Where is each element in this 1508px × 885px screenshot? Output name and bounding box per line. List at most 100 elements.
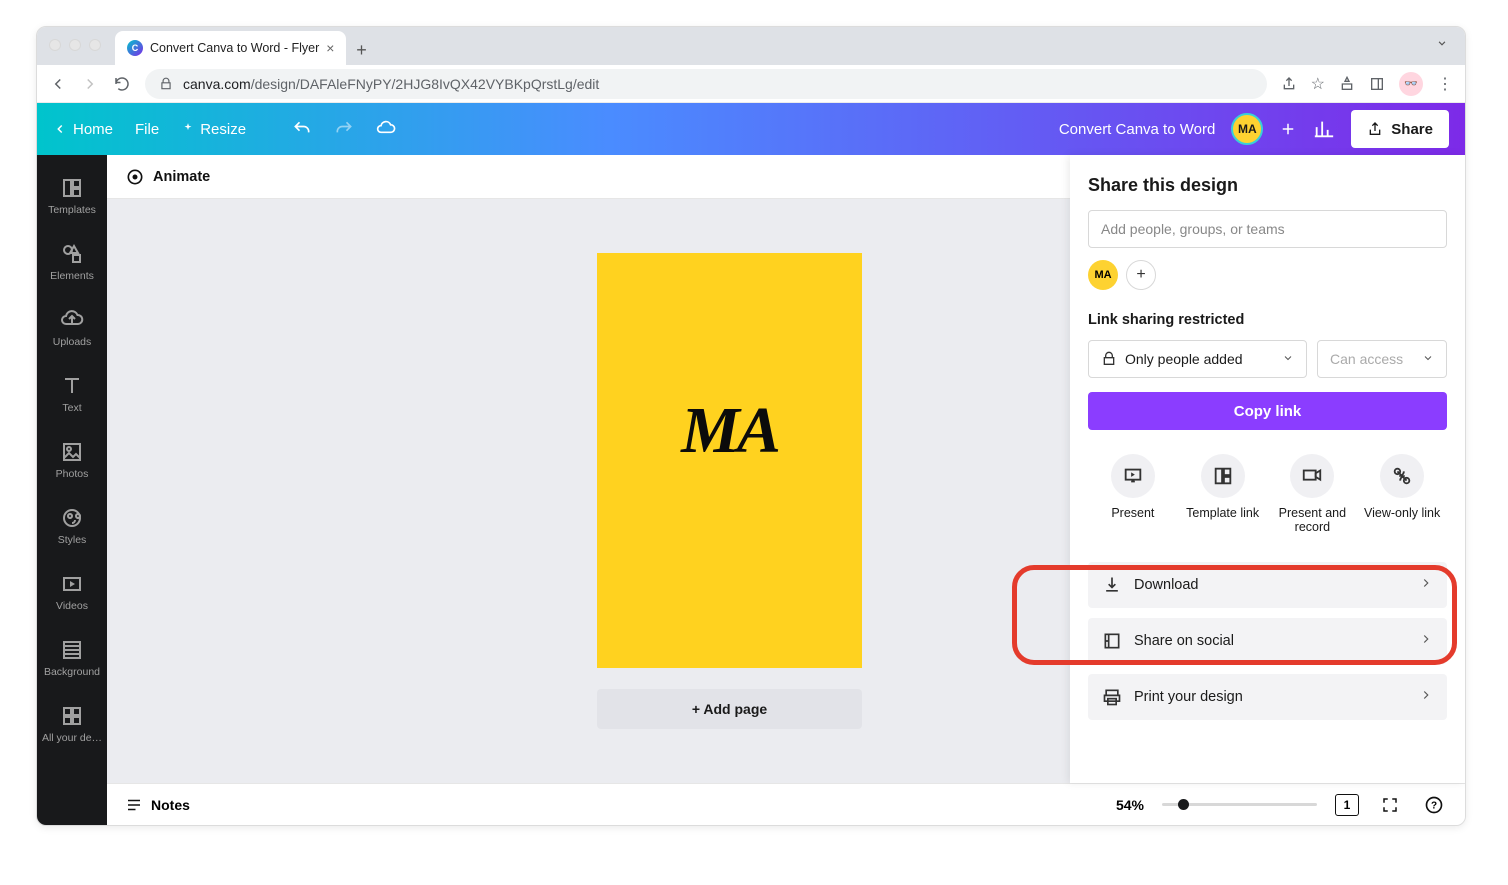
url-field[interactable]: canva.com/design/DAFAleFNyPY/2HJG8IvQX42… bbox=[145, 69, 1267, 99]
chevron-down-icon bbox=[1282, 351, 1294, 367]
minimize-window-icon[interactable] bbox=[69, 39, 81, 51]
resize-button[interactable]: Resize bbox=[181, 121, 246, 138]
share-option-label: View-only link bbox=[1364, 506, 1440, 520]
maximize-window-icon[interactable] bbox=[89, 39, 101, 51]
help-button[interactable]: ? bbox=[1421, 792, 1447, 818]
share-option-present-record[interactable]: Present and record bbox=[1268, 454, 1356, 534]
add-page-button[interactable]: + Add page bbox=[597, 689, 862, 729]
design-page[interactable]: MA bbox=[597, 253, 862, 668]
link-access-select[interactable]: Only people added bbox=[1088, 340, 1307, 378]
copy-link-button[interactable]: Copy link bbox=[1088, 392, 1447, 430]
sidebar-item-background[interactable]: Background bbox=[37, 625, 107, 691]
footer-bar: Notes 54% 1 ? bbox=[107, 783, 1465, 825]
share-action-print-design[interactable]: Print your design bbox=[1088, 674, 1447, 720]
lock-icon bbox=[1101, 351, 1117, 367]
notes-button[interactable]: Notes bbox=[125, 796, 190, 814]
sidebar-item-label: Videos bbox=[56, 600, 88, 612]
home-button[interactable]: Home bbox=[53, 121, 113, 138]
uploads-icon bbox=[60, 308, 84, 332]
fullscreen-button[interactable] bbox=[1377, 792, 1403, 818]
print-design-icon bbox=[1102, 687, 1122, 707]
sidebar-item-uploads[interactable]: Uploads bbox=[37, 295, 107, 361]
sidebar-item-label: Templates bbox=[48, 204, 96, 216]
address-bar: canva.com/design/DAFAleFNyPY/2HJG8IvQX42… bbox=[37, 65, 1465, 103]
animate-label: Animate bbox=[153, 169, 210, 185]
animate-button[interactable]: Animate bbox=[125, 167, 210, 187]
zoom-slider[interactable] bbox=[1162, 803, 1317, 806]
share-label: Share bbox=[1391, 121, 1433, 138]
extensions-icon[interactable] bbox=[1339, 76, 1355, 92]
add-member-icon[interactable] bbox=[1279, 120, 1297, 138]
undo-button[interactable] bbox=[292, 119, 312, 139]
sidebar-item-text[interactable]: Text bbox=[37, 361, 107, 427]
svg-text:?: ? bbox=[1431, 800, 1437, 811]
download-icon bbox=[1102, 575, 1122, 595]
share-panel: Share this design Add people, groups, or… bbox=[1070, 155, 1465, 783]
link-access-value: Only people added bbox=[1125, 351, 1243, 367]
link-sharing-label: Link sharing restricted bbox=[1088, 312, 1447, 328]
back-button[interactable] bbox=[49, 75, 67, 93]
all-your-designs-icon bbox=[60, 704, 84, 728]
shared-user-avatar[interactable]: MA bbox=[1088, 260, 1118, 290]
link-permission-select: Can access bbox=[1317, 340, 1447, 378]
url-domain: canva.com bbox=[183, 76, 251, 92]
animate-icon bbox=[125, 167, 145, 187]
share-action-download[interactable]: Download bbox=[1088, 562, 1447, 608]
page-text[interactable]: MA bbox=[681, 393, 778, 469]
forward-button bbox=[81, 75, 99, 93]
file-menu[interactable]: File bbox=[135, 121, 159, 138]
avatar-initials: MA bbox=[1238, 122, 1257, 136]
sidebar-item-videos[interactable]: Videos bbox=[37, 559, 107, 625]
add-person-button[interactable]: + bbox=[1126, 260, 1156, 290]
chevron-left-icon bbox=[53, 122, 67, 136]
close-tab-icon[interactable]: × bbox=[326, 40, 334, 56]
share-action-share-social[interactable]: Share on social bbox=[1088, 618, 1447, 664]
share-page-icon[interactable] bbox=[1281, 76, 1297, 92]
browser-tab[interactable]: C Convert Canva to Word - Flyer × bbox=[115, 31, 346, 65]
reload-button[interactable] bbox=[113, 75, 131, 93]
view-only-link-icon bbox=[1391, 465, 1413, 487]
sidebar-item-styles[interactable]: Styles bbox=[37, 493, 107, 559]
traffic-lights bbox=[49, 39, 101, 51]
page-manager-button[interactable]: 1 bbox=[1335, 794, 1359, 816]
chevron-right-icon bbox=[1419, 632, 1433, 650]
zoom-level[interactable]: 54% bbox=[1116, 797, 1144, 813]
sidebar-item-elements[interactable]: Elements bbox=[37, 229, 107, 295]
share-option-label: Present bbox=[1111, 506, 1154, 520]
add-people-input[interactable]: Add people, groups, or teams bbox=[1088, 210, 1447, 248]
sidebar-item-all-your-designs[interactable]: All your de… bbox=[37, 691, 107, 757]
share-options: Present Template linkPresent and record Vi… bbox=[1088, 454, 1447, 552]
photos-icon bbox=[60, 440, 84, 464]
redo-button[interactable] bbox=[334, 119, 354, 139]
share-button[interactable]: Share bbox=[1351, 110, 1449, 148]
browser-menu-icon[interactable]: ⋮ bbox=[1437, 74, 1453, 94]
share-social-icon bbox=[1102, 631, 1122, 651]
tab-title: Convert Canva to Word - Flyer bbox=[150, 41, 319, 55]
sidebar-item-photos[interactable]: Photos bbox=[37, 427, 107, 493]
elements-icon bbox=[60, 242, 84, 266]
document-name[interactable]: Convert Canva to Word bbox=[1059, 121, 1215, 138]
share-action-label: Print your design bbox=[1134, 689, 1243, 705]
chevron-right-icon bbox=[1419, 576, 1433, 594]
resize-label: Resize bbox=[200, 121, 246, 138]
bookmark-icon[interactable]: ☆ bbox=[1311, 74, 1325, 94]
profile-avatar-icon[interactable]: 👓 bbox=[1399, 72, 1423, 96]
sidebar-item-label: Text bbox=[62, 402, 81, 414]
share-option-view-only-link[interactable]: View-only link bbox=[1358, 454, 1446, 534]
tabs-dropdown-icon[interactable] bbox=[1435, 36, 1449, 55]
share-option-template-link[interactable]: Template link bbox=[1179, 454, 1267, 534]
new-tab-button[interactable]: + bbox=[346, 35, 376, 65]
share-option-present[interactable]: Present bbox=[1089, 454, 1177, 534]
sidepanel-icon[interactable] bbox=[1369, 76, 1385, 92]
sidebar-item-templates[interactable]: Templates bbox=[37, 163, 107, 229]
sidebar-item-label: Photos bbox=[56, 468, 89, 480]
insights-icon[interactable] bbox=[1313, 118, 1335, 140]
cloud-sync-icon[interactable] bbox=[376, 119, 396, 139]
share-panel-title: Share this design bbox=[1088, 175, 1447, 196]
link-permission-value: Can access bbox=[1330, 351, 1403, 367]
notes-icon bbox=[125, 796, 143, 814]
chevron-down-icon bbox=[1422, 351, 1434, 367]
user-avatar[interactable]: MA bbox=[1231, 113, 1263, 145]
sidebar-item-label: Background bbox=[44, 666, 100, 678]
close-window-icon[interactable] bbox=[49, 39, 61, 51]
